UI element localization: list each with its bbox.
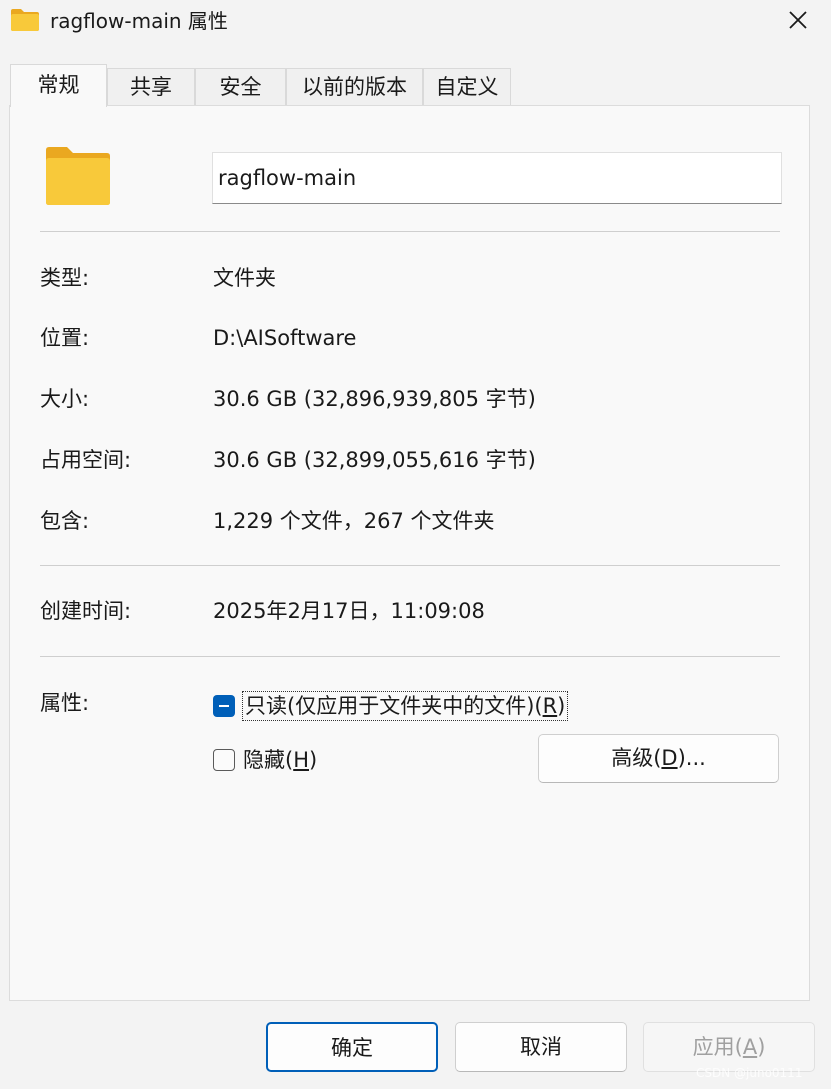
size-on-disk-value: 30.6 GB (32,899,055,616 字节)	[213, 448, 536, 472]
size-label: 大小:	[40, 387, 90, 411]
watermark: CSDN @juno0111	[696, 1066, 803, 1080]
divider	[40, 656, 780, 657]
tab-general[interactable]: 常规	[10, 64, 107, 107]
contains-value: 1,229 个文件，267 个文件夹	[213, 509, 495, 533]
location-value: D:\AISoftware	[213, 326, 357, 350]
close-button[interactable]	[774, 0, 822, 40]
general-panel: 类型: 文件夹 位置: D:\AISoftware 大小: 30.6 GB (3…	[9, 105, 810, 1001]
close-icon	[789, 11, 807, 29]
indeterminate-icon	[219, 705, 229, 707]
tab-security[interactable]: 安全	[195, 68, 286, 106]
readonly-checkbox[interactable]	[213, 695, 235, 717]
type-value: 文件夹	[213, 266, 276, 290]
cancel-button[interactable]: 取消	[455, 1022, 627, 1072]
hidden-checkbox[interactable]	[213, 749, 235, 771]
folder-name-input[interactable]	[212, 152, 782, 204]
advanced-button[interactable]: 高级(D)...	[538, 734, 779, 783]
created-label: 创建时间:	[40, 599, 132, 623]
size-on-disk-label: 占用空间:	[40, 448, 132, 472]
attributes-label: 属性:	[40, 691, 90, 715]
ok-button[interactable]: 确定	[266, 1022, 438, 1072]
apply-button[interactable]: 应用(A)	[643, 1022, 815, 1072]
folder-icon	[10, 8, 40, 32]
hidden-checkbox-label[interactable]: 隐藏(H)	[243, 746, 317, 774]
tab-customize[interactable]: 自定义	[423, 68, 511, 106]
created-value: 2025年2月17日，11:09:08	[213, 599, 485, 623]
tab-previous-versions[interactable]: 以前的版本	[286, 68, 423, 106]
readonly-checkbox-label[interactable]: 只读(仅应用于文件夹中的文件)(R)	[242, 691, 569, 721]
tab-sharing[interactable]: 共享	[107, 68, 195, 106]
size-value: 30.6 GB (32,896,939,805 字节)	[213, 387, 536, 411]
window-title: ragflow-main 属性	[50, 9, 228, 33]
contains-label: 包含:	[40, 509, 90, 533]
divider	[40, 565, 780, 566]
title-bar: ragflow-main 属性	[0, 0, 831, 46]
type-label: 类型:	[40, 266, 90, 290]
folder-icon	[45, 146, 111, 206]
divider	[40, 231, 780, 232]
location-label: 位置:	[40, 326, 90, 350]
